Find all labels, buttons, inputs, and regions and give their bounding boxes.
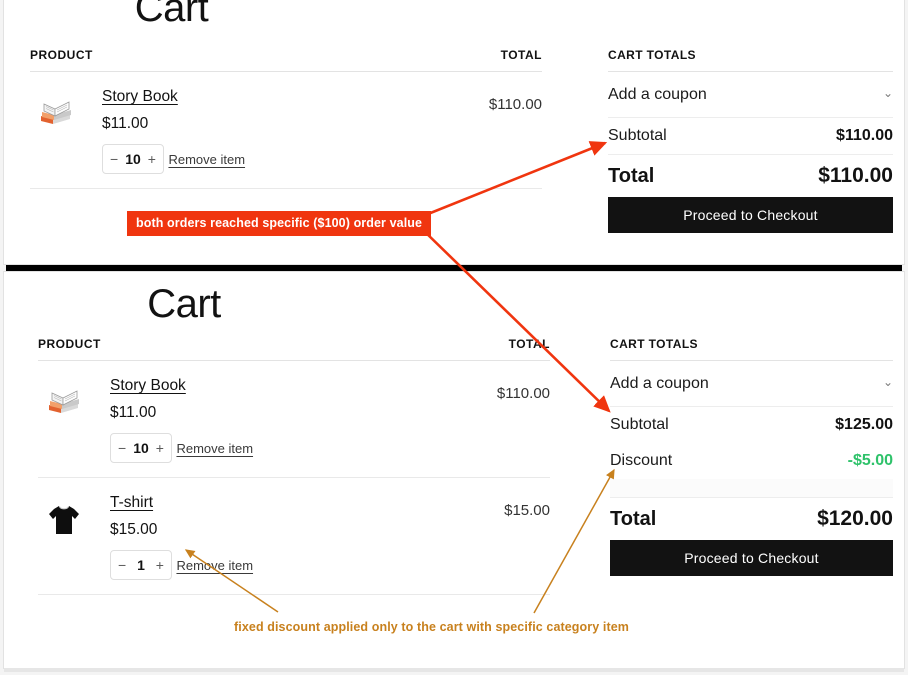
- quantity-increase-button[interactable]: +: [156, 441, 164, 455]
- add-coupon-row[interactable]: Add a coupon ⌄: [608, 72, 893, 118]
- cart-totals-bottom: CART TOTALS Add a coupon ⌄ Subtotal $125…: [610, 337, 893, 576]
- cart-totals-heading: CART TOTALS: [608, 48, 893, 72]
- discount-label: Discount: [610, 452, 672, 470]
- line-total: $110.00: [497, 377, 550, 402]
- product-unit-price: $15.00: [110, 521, 504, 539]
- discount-row: Discount -$5.00: [610, 443, 893, 479]
- quantity-decrease-button[interactable]: −: [110, 152, 118, 166]
- panel-divider: [6, 265, 902, 271]
- add-coupon-label: Add a coupon: [608, 86, 707, 104]
- product-info: Story Book $11.00 − 10 + Remove item: [82, 88, 489, 174]
- table-row: Story Book $11.00 − 10 + Remove item $11…: [38, 361, 550, 478]
- grand-total-row: Total $120.00: [610, 498, 893, 540]
- table-row: T-shirt $15.00 − 1 + Remove item $15.00: [38, 478, 550, 595]
- grand-total-label: Total: [610, 508, 656, 531]
- quantity-stepper[interactable]: − 1 +: [110, 550, 172, 580]
- product-link[interactable]: T-shirt: [110, 494, 153, 512]
- products-table-header-top: PRODUCT TOTAL: [30, 48, 542, 72]
- page-title-bottom: Cart: [4, 282, 364, 327]
- remove-item-link[interactable]: Remove item: [176, 441, 253, 456]
- quantity-value: 1: [137, 557, 145, 573]
- add-coupon-label: Add a coupon: [610, 375, 709, 393]
- proceed-to-checkout-button[interactable]: Proceed to Checkout: [610, 540, 893, 576]
- grand-total-row: Total $110.00: [608, 155, 893, 197]
- chevron-down-icon[interactable]: ⌄: [883, 376, 893, 388]
- annotation-label-red: both orders reached specific ($100) orde…: [127, 211, 431, 236]
- table-row: Story Book $11.00 − 10 + Remove item $11…: [30, 72, 542, 189]
- products-table-header-bottom: PRODUCT TOTAL: [38, 337, 550, 361]
- quantity-decrease-button[interactable]: −: [118, 558, 126, 572]
- quantity-value: 10: [133, 440, 149, 456]
- annotation-label-orange: fixed discount applied only to the cart …: [234, 620, 629, 634]
- product-link[interactable]: Story Book: [110, 377, 186, 395]
- proceed-to-checkout-button[interactable]: Proceed to Checkout: [608, 197, 893, 233]
- product-info: T-shirt $15.00 − 1 + Remove item: [90, 494, 504, 580]
- subtotal-label: Subtotal: [608, 127, 667, 145]
- grand-total-value: $120.00: [817, 507, 893, 531]
- cart-panel-bottom: Cart PRODUCT TOTAL: [4, 272, 904, 668]
- subtotal-row: Subtotal $110.00: [608, 118, 893, 154]
- subtotal-value: $110.00: [836, 127, 893, 145]
- quantity-stepper[interactable]: − 10 +: [110, 433, 172, 463]
- add-coupon-row[interactable]: Add a coupon ⌄: [610, 361, 893, 407]
- column-header-product: PRODUCT: [30, 48, 93, 62]
- product-link[interactable]: Story Book: [102, 88, 178, 106]
- subtotal-row: Subtotal $125.00: [610, 407, 893, 443]
- subtotal-value: $125.00: [835, 416, 893, 434]
- products-column-top: PRODUCT TOTAL: [30, 48, 542, 189]
- column-header-product: PRODUCT: [38, 337, 101, 351]
- quantity-decrease-button[interactable]: −: [118, 441, 126, 455]
- line-total: $15.00: [504, 494, 550, 519]
- screenshot-root: Cart PRODUCT TOTAL: [0, 0, 908, 675]
- grand-total-value: $110.00: [818, 164, 893, 188]
- grand-total-label: Total: [608, 165, 654, 188]
- page-bottom-edge: [4, 668, 904, 672]
- product-unit-price: $11.00: [110, 404, 497, 422]
- line-total: $110.00: [489, 88, 542, 113]
- page-title-top: Cart: [4, 0, 339, 31]
- remove-item-link[interactable]: Remove item: [168, 152, 245, 167]
- column-header-total: TOTAL: [509, 337, 550, 351]
- quantity-stepper[interactable]: − 10 +: [102, 144, 164, 174]
- totals-spacer: [610, 479, 893, 497]
- quantity-increase-button[interactable]: +: [156, 558, 164, 572]
- column-header-total: TOTAL: [501, 48, 542, 62]
- subtotal-label: Subtotal: [610, 416, 669, 434]
- products-column-bottom: PRODUCT TOTAL: [38, 337, 550, 595]
- quantity-value: 10: [125, 151, 141, 167]
- tshirt-icon: [38, 494, 90, 538]
- discount-value: -$5.00: [848, 452, 893, 470]
- cart-totals-top: CART TOTALS Add a coupon ⌄ Subtotal $110…: [608, 48, 893, 233]
- quantity-increase-button[interactable]: +: [148, 152, 156, 166]
- product-unit-price: $11.00: [102, 115, 489, 133]
- cart-totals-heading: CART TOTALS: [610, 337, 893, 361]
- books-icon: [38, 377, 90, 415]
- product-info: Story Book $11.00 − 10 + Remove item: [90, 377, 497, 463]
- books-icon: [30, 88, 82, 126]
- remove-item-link[interactable]: Remove item: [176, 558, 253, 573]
- chevron-down-icon[interactable]: ⌄: [883, 87, 893, 99]
